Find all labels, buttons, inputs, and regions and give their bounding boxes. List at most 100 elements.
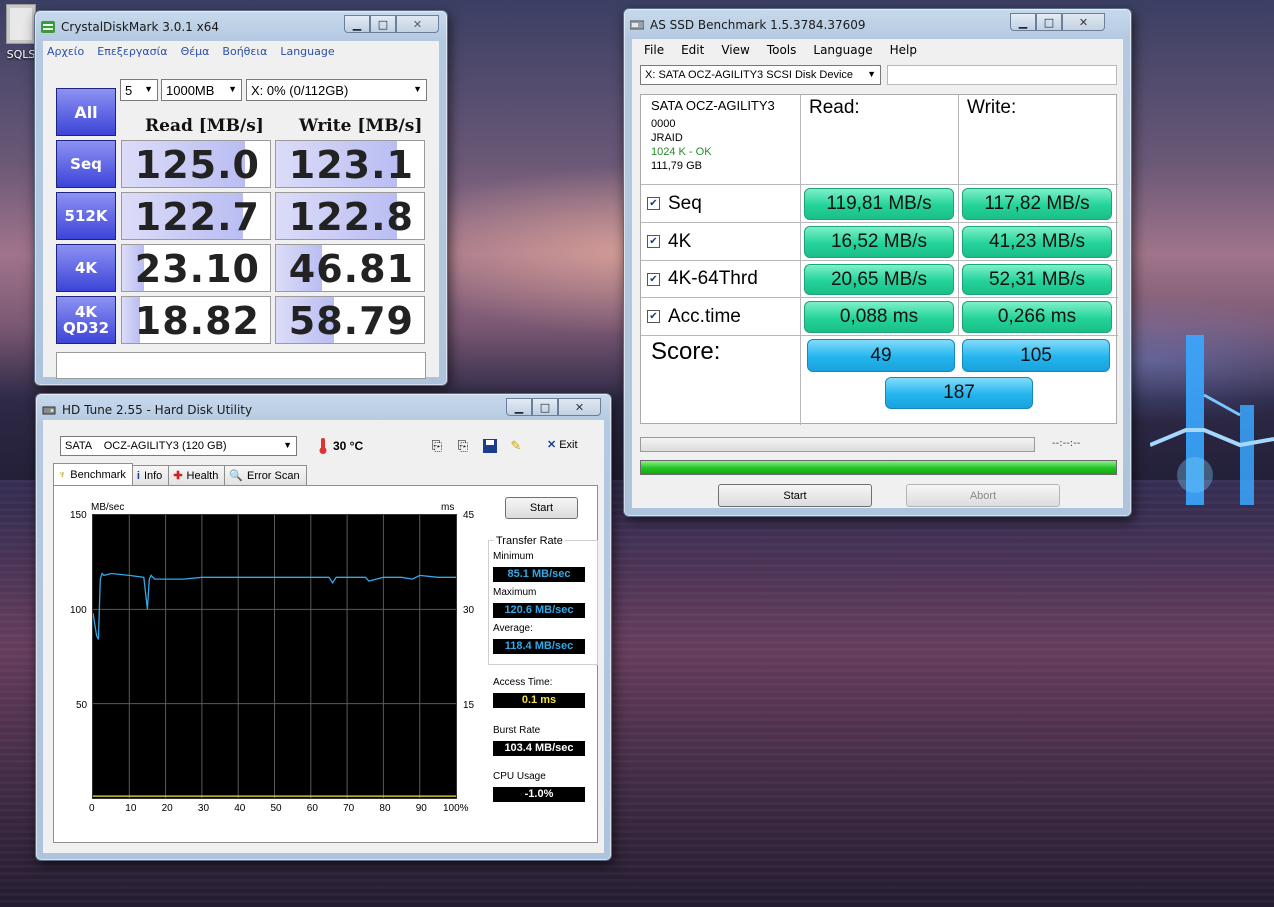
seq-read-value: 125.0 <box>121 140 271 188</box>
tab-benchmark[interactable]: ♆ Benchmark <box>53 463 133 485</box>
save-icon[interactable] <box>480 436 500 456</box>
score-label: Score: <box>641 336 801 425</box>
drive-select[interactable]: X: 0% (0/112GB) ▼ <box>246 79 427 101</box>
seq-button[interactable]: Seq <box>56 140 116 188</box>
tab-bar: ♆ Benchmark i Info ✚ Health 🔍 Error Scan <box>53 463 307 485</box>
tab-info[interactable]: i Info <box>131 465 170 485</box>
menu-file[interactable]: File <box>644 43 664 57</box>
tab-health[interactable]: ✚ Health <box>168 465 226 485</box>
as-ssd-window[interactable]: AS SSD Benchmark 1.5.3784.37609 ▁ □ ✕ Fi… <box>623 8 1132 517</box>
size-select[interactable]: 1000MB ▼ <box>161 79 242 101</box>
maximize-button[interactable]: □ <box>532 398 558 416</box>
checkbox[interactable]: ✔ <box>647 197 660 210</box>
checkbox[interactable]: ✔ <box>647 310 660 323</box>
results-grid: SATA OCZ-AGILITY3 0000 JRAID 1024 K - OK… <box>640 94 1118 425</box>
4k-qd32-button[interactable]: 4K QD32 <box>56 296 116 344</box>
y-tick-label: 100 <box>70 605 87 616</box>
options-icon[interactable]: ✎ <box>506 436 526 456</box>
test-row-4k-64thrd[interactable]: ✔ 4K-64Thrd <box>641 261 801 298</box>
maximize-button[interactable]: □ <box>1036 13 1062 31</box>
start-button[interactable]: Start <box>718 484 872 507</box>
all-button[interactable]: All <box>56 88 116 136</box>
menu-language[interactable]: Language <box>280 45 334 58</box>
comment-input[interactable] <box>56 352 426 379</box>
close-button[interactable]: ✕ <box>396 15 439 33</box>
4k-button[interactable]: 4K <box>56 244 116 292</box>
seq-write-value: 123.1 <box>275 140 425 188</box>
runs-value: 5 <box>125 82 133 98</box>
drive-alignment: 1024 K - OK <box>651 146 712 158</box>
menu-tools[interactable]: Tools <box>767 43 797 57</box>
test-row-4k[interactable]: ✔ 4K <box>641 223 801 261</box>
512k-write-value: 122.8 <box>275 192 425 240</box>
value-text: 125.0 <box>134 143 260 187</box>
y2-axis-label: ms <box>441 502 455 513</box>
value-text: 46.81 <box>288 247 414 291</box>
test-label: Seq <box>668 192 702 214</box>
asssd-titlebar[interactable]: AS SSD Benchmark 1.5.3784.37609 ▁ □ ✕ <box>630 13 1125 36</box>
drive-value: X: SATA OCZ-AGILITY3 SCSI Disk Device <box>645 69 854 81</box>
copy-icon[interactable]: ⎘ <box>427 436 447 456</box>
menu-view[interactable]: View <box>721 43 749 57</box>
chevron-down-icon: ▼ <box>413 84 422 94</box>
menu-edit[interactable]: Edit <box>681 43 704 57</box>
minimize-button[interactable]: ▁ <box>506 398 532 416</box>
desktop-icon[interactable]: SQLS <box>4 4 38 68</box>
asssd-menubar: File Edit View Tools Language Help <box>632 39 1123 61</box>
test-row-seq[interactable]: ✔ Seq <box>641 185 801 223</box>
drive-textbox[interactable] <box>887 65 1117 85</box>
close-button[interactable]: ✕ <box>1062 13 1105 31</box>
drive-select[interactable]: X: SATA OCZ-AGILITY3 SCSI Disk Device ▼ <box>640 65 881 85</box>
drive-select[interactable]: SATA OCZ-AGILITY3 (120 GB) ▼ <box>60 436 297 456</box>
512k-button[interactable]: 512K <box>56 192 116 240</box>
y-tick-label: 150 <box>70 510 87 521</box>
menu-language[interactable]: Language <box>813 43 872 57</box>
total-progress-fill <box>641 461 1116 474</box>
file-icon <box>6 4 36 44</box>
exit-button[interactable]: ✕ Exit <box>547 438 578 452</box>
checkbox[interactable]: ✔ <box>647 272 660 286</box>
hdtune-window[interactable]: HD Tune 2.55 - Hard Disk Utility ▁ □ ✕ S… <box>35 393 612 861</box>
temperature-value: 30 °C <box>333 439 364 453</box>
benchmark-icon: ♆ <box>58 468 67 481</box>
checkbox[interactable]: ✔ <box>647 235 660 248</box>
transfer-chart <box>92 514 457 799</box>
acc-write-result: 0,266 ms <box>962 301 1112 333</box>
close-button[interactable]: ✕ <box>558 398 601 416</box>
value-text: 18.82 <box>134 299 260 343</box>
test-row-acc-time[interactable]: ✔ Acc.time <box>641 298 801 336</box>
read-header: Read: <box>801 95 959 185</box>
chevron-down-icon: ▼ <box>228 84 237 94</box>
menu-help[interactable]: Help <box>890 43 917 57</box>
abort-button[interactable]: Abort <box>906 484 1060 507</box>
access-time-label: Access Time: <box>493 677 553 688</box>
menu-help[interactable]: Βοήθεια <box>222 45 267 58</box>
menu-file[interactable]: Αρχείο <box>47 45 84 58</box>
maximize-button[interactable]: □ <box>370 15 396 33</box>
tab-error-scan[interactable]: 🔍 Error Scan <box>224 465 307 485</box>
cdm-titlebar[interactable]: CrystalDiskMark 3.0.1 x64 ▁ □ ✕ <box>41 15 441 38</box>
test-label: 4K <box>668 230 692 252</box>
cdm-title: CrystalDiskMark 3.0.1 x64 <box>61 20 219 34</box>
tab-label: Error Scan <box>247 469 300 482</box>
crystaldiskmark-window[interactable]: CrystalDiskMark 3.0.1 x64 ▁ □ ✕ Αρχείο Ε… <box>34 10 448 386</box>
transfer-chart-svg <box>93 515 456 798</box>
copy-all-icon[interactable]: ⎘ <box>453 436 473 456</box>
asssd-title: AS SSD Benchmark 1.5.3784.37609 <box>650 18 866 32</box>
hdtune-title: HD Tune 2.55 - Hard Disk Utility <box>62 403 253 417</box>
health-icon: ✚ <box>173 470 183 482</box>
runs-select[interactable]: 5 ▼ <box>120 79 158 101</box>
disk-app-icon <box>41 21 55 33</box>
hdtune-titlebar[interactable]: HD Tune 2.55 - Hard Disk Utility ▁ □ ✕ <box>42 398 605 421</box>
y2-tick-label: 30 <box>463 605 475 616</box>
test-label: 4K-64Thrd <box>668 268 758 289</box>
access-time-value: 0.1 ms <box>493 693 585 708</box>
start-button[interactable]: Start <box>505 497 578 519</box>
minimize-button[interactable]: ▁ <box>1010 13 1036 31</box>
x-tick-label: 10 <box>125 803 137 814</box>
menu-theme[interactable]: Θέμα <box>181 45 210 58</box>
512k-read-value: 122.7 <box>121 192 271 240</box>
value-text: 23.10 <box>134 247 260 291</box>
minimize-button[interactable]: ▁ <box>344 15 370 33</box>
menu-edit[interactable]: Επεξεργασία <box>97 45 167 58</box>
